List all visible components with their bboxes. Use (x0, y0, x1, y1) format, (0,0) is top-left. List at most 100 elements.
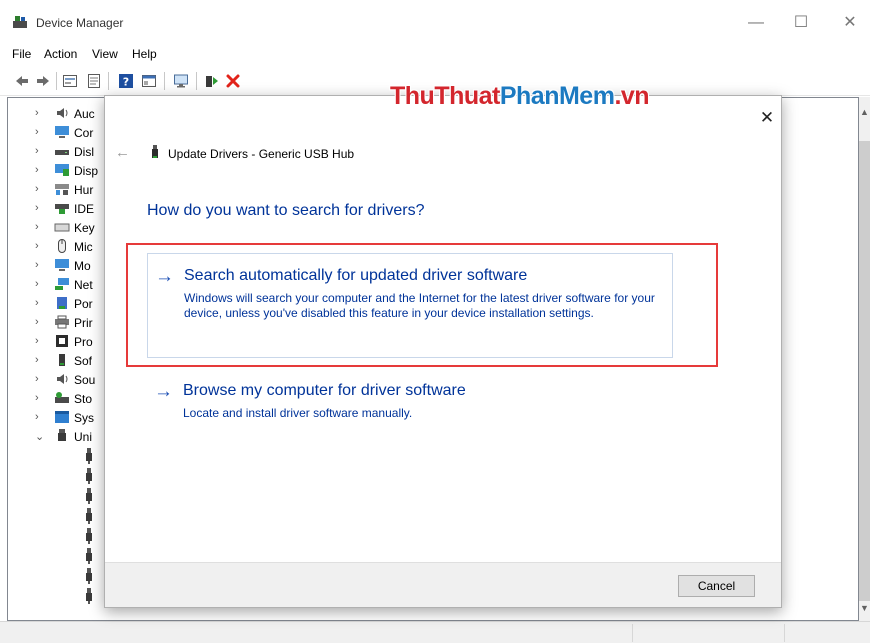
chevron-down-icon[interactable]: ⌄ (35, 430, 44, 443)
tree-item-keyboard[interactable]: › Key (8, 218, 118, 237)
tree-item-printers[interactable]: › Prir (8, 313, 118, 332)
usb-device-icon[interactable] (85, 568, 93, 584)
usb-device-icon[interactable] (85, 588, 93, 604)
port-icon (57, 297, 67, 309)
menu-help[interactable]: Help (132, 47, 157, 61)
chevron-right-icon[interactable]: › (35, 202, 39, 214)
tree-item-mice[interactable]: › Mic (8, 237, 118, 256)
chevron-right-icon[interactable]: › (35, 316, 39, 328)
tree-item-storage[interactable]: › Sto (8, 389, 118, 408)
menu-view[interactable]: View (92, 47, 118, 61)
tree-item-audio[interactable]: › Auc (8, 104, 118, 123)
watermark-logo: ThuThuatPhanMem.vn (390, 82, 650, 112)
chevron-right-icon[interactable]: › (35, 354, 39, 366)
monitor-icon[interactable] (173, 73, 189, 89)
usb-device-icon[interactable] (85, 528, 93, 544)
chevron-right-icon[interactable]: › (35, 297, 39, 309)
browse-computer-option[interactable]: → Browse my computer for driver software… (147, 381, 673, 431)
tree-item-computer[interactable]: › Cor (8, 123, 118, 142)
tree-item-display[interactable]: › Disp (8, 161, 118, 180)
tree-item-monitors[interactable]: › Mo (8, 256, 118, 275)
tree-item-usb[interactable]: ⌄ Uni (8, 427, 118, 446)
monitor-icon (55, 259, 69, 271)
toolbar-separator (108, 72, 109, 90)
chevron-right-icon[interactable]: › (35, 335, 39, 347)
status-bar (0, 621, 870, 643)
tree-item-label: Hur (74, 183, 94, 197)
display-icon (55, 164, 69, 176)
tree-item-sound[interactable]: › Sou (8, 370, 118, 389)
uninstall-icon[interactable] (225, 73, 241, 89)
chevron-right-icon[interactable]: › (35, 107, 39, 119)
minimize-button[interactable]: — (736, 8, 776, 38)
tree-item-label: Auc (74, 107, 95, 121)
audio-icon (57, 108, 68, 118)
tree-item-label: Disl (74, 145, 94, 159)
cancel-button[interactable]: Cancel (678, 575, 755, 597)
chevron-right-icon[interactable]: › (35, 278, 39, 290)
chevron-right-icon[interactable]: › (35, 126, 39, 138)
view-icon[interactable] (86, 73, 102, 89)
tree-item-label: IDE (74, 202, 95, 216)
tree-item-ports[interactable]: › Por (8, 294, 118, 313)
tree-item-label: Por (74, 297, 93, 311)
usb-device-icon[interactable] (85, 468, 93, 484)
tree-item-label: Net (74, 278, 93, 292)
chevron-right-icon[interactable]: › (35, 164, 39, 176)
chevron-right-icon[interactable]: › (35, 221, 39, 233)
maximize-button[interactable]: ☐ (781, 8, 821, 38)
update-driver-icon[interactable] (204, 73, 220, 89)
usb-icon (58, 429, 66, 441)
usb-device-icon[interactable] (85, 488, 93, 504)
chevron-right-icon[interactable]: › (35, 240, 39, 252)
chevron-right-icon[interactable]: › (35, 392, 39, 404)
status-separator (632, 624, 633, 642)
scrollbar-thumb[interactable] (859, 141, 870, 601)
watermark-part-2: PhanMem (499, 82, 615, 110)
tree-item-disk[interactable]: › Disl (8, 142, 118, 161)
vertical-scrollbar[interactable]: ▲ ▼ (859, 97, 870, 621)
tree-item-label: Prir (74, 316, 93, 330)
tree-item-processors[interactable]: › Pro (8, 332, 118, 351)
menu-file[interactable]: File (12, 47, 31, 61)
back-arrow-icon[interactable]: ← (115, 144, 130, 161)
tree-item-hid[interactable]: › Hur (8, 180, 118, 199)
title-bar: Device Manager — ☐ ✕ (0, 0, 870, 44)
forward-icon[interactable] (35, 73, 51, 89)
menu-action[interactable]: Action (44, 47, 77, 61)
system-icon (55, 411, 69, 423)
toolbar-separator (56, 72, 57, 90)
dialog-close-button[interactable]: ✕ (757, 108, 777, 128)
watermark-part-3: .vn (614, 82, 650, 110)
scroll-down-icon[interactable]: ▼ (859, 601, 870, 615)
sound-icon (57, 374, 68, 384)
usb-device-icon[interactable] (85, 548, 93, 564)
storage-icon (55, 392, 69, 403)
chevron-right-icon[interactable]: › (35, 145, 39, 157)
properties-icon[interactable] (62, 73, 78, 89)
disk-icon (55, 150, 69, 155)
tree-item-ide[interactable]: › IDE (8, 199, 118, 218)
usb-device-icon[interactable] (85, 508, 93, 524)
chevron-right-icon[interactable]: › (35, 259, 39, 271)
details-icon[interactable] (141, 73, 157, 89)
chevron-right-icon[interactable]: › (35, 183, 39, 195)
processor-icon (56, 335, 68, 347)
tree-item-label: Cor (74, 126, 94, 140)
dialog-title: Update Drivers - Generic USB Hub (168, 147, 355, 161)
tree-item-label: Disp (74, 164, 99, 178)
usb-device-icon[interactable] (85, 448, 93, 464)
chevron-right-icon[interactable]: › (35, 411, 39, 423)
watermark-part-1: ThuThuat (390, 82, 500, 110)
scroll-up-icon[interactable]: ▲ (859, 105, 870, 119)
back-icon[interactable] (14, 73, 30, 89)
option-title: Browse my computer for driver software (183, 382, 466, 399)
tree-item-software[interactable]: › Sof (8, 351, 118, 370)
tree-item-system[interactable]: › Sys (8, 408, 118, 427)
close-window-button[interactable]: ✕ (830, 8, 870, 38)
help-icon[interactable]: ? (118, 73, 134, 89)
tree-item-label: Key (74, 221, 95, 235)
menu-bar: File Action View Help (0, 44, 870, 66)
chevron-right-icon[interactable]: › (35, 373, 39, 385)
tree-item-network[interactable]: › Net (8, 275, 118, 294)
